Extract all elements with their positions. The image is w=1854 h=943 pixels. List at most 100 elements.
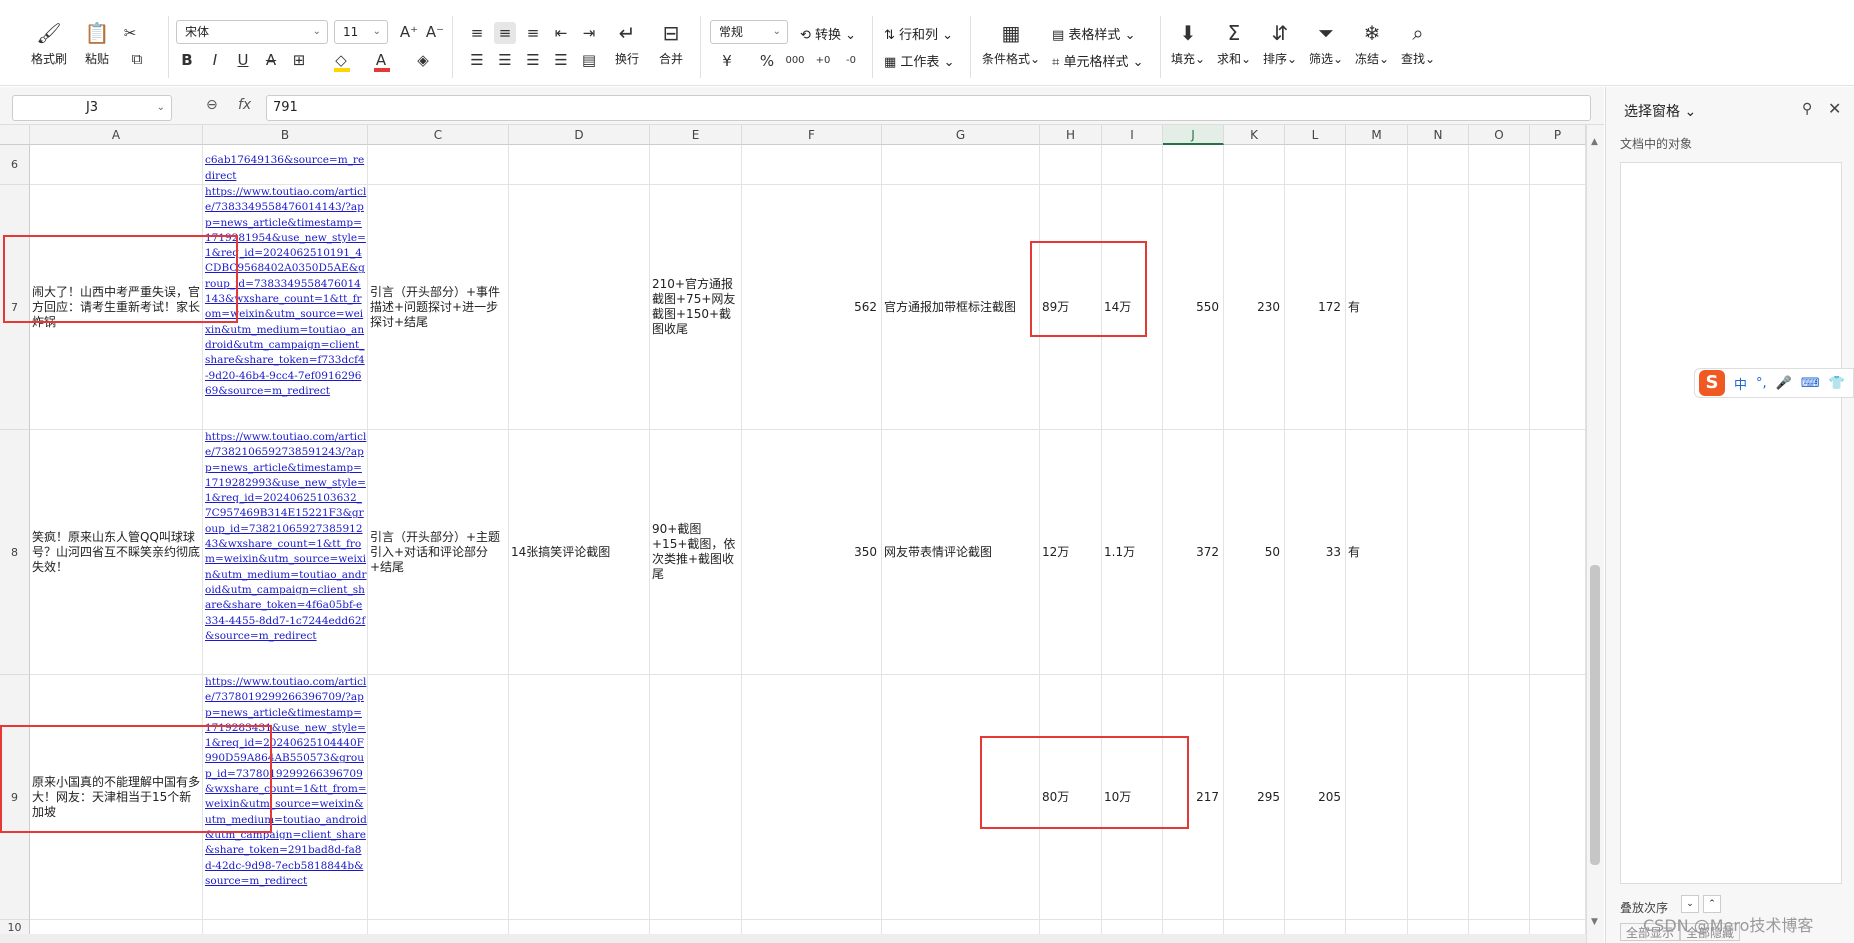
cell-m9[interactable] (1346, 675, 1408, 920)
worksheet-button[interactable]: ▦ 工作表 ⌄ (884, 51, 954, 70)
column-header-f[interactable]: F (742, 125, 882, 145)
cell-m8[interactable]: 有 (1346, 430, 1408, 675)
cell-h10[interactable] (1040, 920, 1102, 935)
fx-icon[interactable]: fx (238, 97, 251, 113)
cell-o9[interactable] (1469, 675, 1530, 920)
number-format-select[interactable]: 常规 ⌄ (710, 20, 788, 44)
column-header-a[interactable]: A (30, 125, 203, 145)
order-down-button[interactable]: ⌄ (1681, 895, 1699, 913)
column-header-g[interactable]: G (882, 125, 1040, 145)
cell-g6[interactable] (882, 145, 1040, 185)
cell-n8[interactable] (1408, 430, 1469, 675)
cell-k9[interactable]: 295 (1224, 675, 1285, 920)
convert-button[interactable]: ⟲ 转换 ⌄ (800, 24, 856, 43)
ime-language[interactable]: 中 (1734, 374, 1747, 393)
cell-c8[interactable]: 引言（开头部分）+主题引入+对话和评论部分+结尾 (368, 430, 509, 675)
cell-d6[interactable] (509, 145, 650, 185)
cell-e9[interactable] (650, 675, 742, 920)
order-up-button[interactable]: ⌃ (1703, 895, 1721, 913)
column-header-l[interactable]: L (1285, 125, 1346, 145)
cell-i10[interactable] (1102, 920, 1163, 935)
cell-link[interactable]: c6ab17649136&source=m_redirect (205, 153, 367, 184)
cell-n9[interactable] (1408, 675, 1469, 920)
keyboard-icon[interactable]: ⌨ (1801, 376, 1820, 391)
cell-j10[interactable] (1163, 920, 1224, 935)
row-header-8[interactable]: 8 (0, 430, 30, 675)
cell-f7[interactable]: 562 (742, 185, 882, 430)
cell-f9[interactable] (742, 675, 882, 920)
cell-e10[interactable] (650, 920, 742, 935)
column-header-k[interactable]: K (1224, 125, 1285, 145)
vertical-scrollbar[interactable]: ▲ ▼ (1586, 125, 1604, 943)
column-header-c[interactable]: C (368, 125, 509, 145)
pin-icon[interactable]: ⚲ (1802, 101, 1812, 117)
cell-j8[interactable]: 372 (1163, 430, 1224, 675)
strikethrough-icon[interactable]: A (260, 49, 282, 71)
skin-icon[interactable]: 👕 (1829, 376, 1845, 391)
conditional-format-button[interactable]: ▦ 条件格式⌄ (978, 0, 1044, 67)
objects-list[interactable] (1620, 162, 1842, 884)
cell-b6[interactable]: c6ab17649136&source=m_redirect (203, 145, 368, 185)
cell-l8[interactable]: 33 (1285, 430, 1346, 675)
cell-a6[interactable] (30, 145, 203, 185)
paste-button[interactable]: 📋 粘贴 (76, 0, 118, 67)
font-grow-icon[interactable]: A⁺ (398, 21, 420, 43)
cell-c10[interactable] (368, 920, 509, 935)
cell-o6[interactable] (1469, 145, 1530, 185)
cell-o8[interactable] (1469, 430, 1530, 675)
ime-toolbar[interactable]: S 中 °, 🎤 ⌨ 👕 (1694, 368, 1854, 398)
cell-p6[interactable] (1530, 145, 1586, 185)
cell-l9[interactable]: 205 (1285, 675, 1346, 920)
align-center-icon[interactable]: ☰ (494, 49, 516, 71)
cut-icon[interactable]: ✂ (119, 22, 141, 44)
border-icon[interactable]: ⊞ (288, 49, 310, 71)
cell-l6[interactable] (1285, 145, 1346, 185)
row-header-6[interactable]: 6 (0, 145, 30, 185)
horizontal-scrollbar[interactable] (0, 934, 1586, 943)
find-button[interactable]: ⌕ 查找⌄ (1398, 0, 1438, 67)
cell-o7[interactable] (1469, 185, 1530, 430)
cell-k8[interactable]: 50 (1224, 430, 1285, 675)
wrap-text-button[interactable]: ↵ 换行 (612, 0, 642, 67)
cell-c7[interactable]: 引言（开头部分）+事件描述+问题探讨+进一步探讨+结尾 (368, 185, 509, 430)
font-size-select[interactable]: 11 ⌄ (334, 20, 388, 44)
font-name-select[interactable]: 宋体 ⌄ (176, 20, 328, 44)
italic-icon[interactable]: I (204, 49, 226, 71)
cell-k6[interactable] (1224, 145, 1285, 185)
cell-e7[interactable]: 210+官方通报截图+75+网友截图+150+截图收尾 (650, 185, 742, 430)
cell-f6[interactable] (742, 145, 882, 185)
clear-format-icon[interactable]: ◈ (412, 49, 434, 71)
microphone-icon[interactable]: 🎤 (1776, 376, 1792, 391)
cell-p9[interactable] (1530, 675, 1586, 920)
distribute-icon[interactable]: ▤ (578, 49, 600, 71)
cell-e6[interactable] (650, 145, 742, 185)
cell-h6[interactable] (1040, 145, 1102, 185)
currency-icon[interactable]: ¥ (716, 50, 738, 72)
column-header-p[interactable]: P (1530, 125, 1586, 145)
cell-b10[interactable] (203, 920, 368, 935)
cell-g7[interactable]: 官方通报加带框标注截图 (882, 185, 1040, 430)
freeze-button[interactable]: ❄ 冻结⌄ (1352, 0, 1392, 67)
align-left-icon[interactable]: ☰ (466, 49, 488, 71)
fill-button[interactable]: ⬇ 填充⌄ (1168, 0, 1208, 67)
cell-o10[interactable] (1469, 920, 1530, 935)
cell-d7[interactable] (509, 185, 650, 430)
cell-f8[interactable]: 350 (742, 430, 882, 675)
cell-m10[interactable] (1346, 920, 1408, 935)
cell-j7[interactable]: 550 (1163, 185, 1224, 430)
align-top-icon[interactable]: ≡ (466, 22, 488, 44)
cell-a10[interactable] (30, 920, 203, 935)
cell-c9[interactable] (368, 675, 509, 920)
column-header-m[interactable]: M (1346, 125, 1408, 145)
indent-increase-icon[interactable]: ⇥ (578, 22, 600, 44)
cell-b8[interactable]: https://www.toutiao.com/article/73821065… (203, 430, 368, 675)
scroll-thumb[interactable] (1590, 565, 1600, 865)
column-header-b[interactable]: B (203, 125, 368, 145)
cell-f10[interactable] (742, 920, 882, 935)
sort-button[interactable]: ⇵ 排序⌄ (1260, 0, 1300, 67)
cell-j6[interactable] (1163, 145, 1224, 185)
percent-icon[interactable]: % (756, 50, 778, 72)
align-right-icon[interactable]: ☰ (522, 49, 544, 71)
cell-n7[interactable] (1408, 185, 1469, 430)
cell-p8[interactable] (1530, 430, 1586, 675)
